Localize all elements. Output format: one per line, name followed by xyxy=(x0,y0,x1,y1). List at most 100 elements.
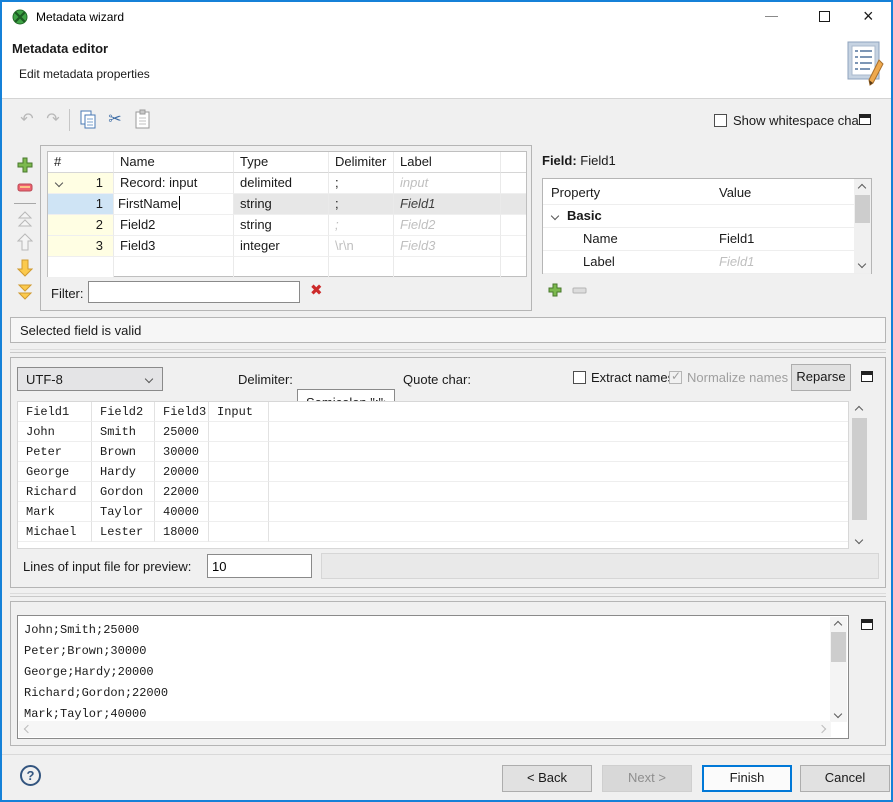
property-group-row[interactable]: Basic xyxy=(543,205,871,228)
status-bar: Selected field is valid xyxy=(10,317,886,343)
quote-char-label: Quote char: xyxy=(403,372,471,387)
scroll-up-icon[interactable] xyxy=(833,620,843,630)
title-bar: Metadata wizard × xyxy=(2,2,891,32)
normalize-names-label: Normalize names xyxy=(687,370,789,385)
field-name-edit-input[interactable]: FirstName xyxy=(114,194,233,214)
data-preview-table: Field1 Field2 Field3 Input John Smith 2500… xyxy=(17,401,849,549)
filter-input[interactable] xyxy=(88,281,300,303)
metadata-wizard-window: Metadata wizard × Metadata editor Edit m… xyxy=(0,0,893,802)
extract-names-label: Extract names xyxy=(591,370,675,385)
metadata-document-icon xyxy=(847,41,884,86)
encoding-select[interactable]: UTF-8 xyxy=(17,367,163,391)
next-button[interactable]: Next > xyxy=(602,765,692,792)
scroll-left-icon[interactable] xyxy=(23,724,33,734)
raw-line: Peter;Brown;30000 xyxy=(24,644,147,658)
back-button[interactable]: < Back xyxy=(502,765,592,792)
move-top-icon[interactable] xyxy=(17,210,33,228)
side-toolbar-separator xyxy=(14,203,36,204)
field-row[interactable]: 2 Field2 string ; Field2 xyxy=(48,215,526,236)
horizontal-splitter[interactable] xyxy=(10,593,886,597)
wizard-header: Metadata editor Edit metadata properties xyxy=(2,32,891,99)
maximize-editor-section-icon[interactable] xyxy=(859,114,871,125)
collapse-basic-icon[interactable] xyxy=(550,211,560,221)
scrollbar-thumb[interactable] xyxy=(855,195,870,223)
preview-row[interactable]: Michael Lester 18000 xyxy=(18,522,848,542)
maximize-icon[interactable] xyxy=(819,11,830,22)
col-header-property[interactable]: Property xyxy=(543,179,711,205)
scroll-up-icon[interactable] xyxy=(857,183,867,193)
scroll-down-icon[interactable] xyxy=(854,535,864,545)
preview-row[interactable]: George Hardy 20000 xyxy=(18,462,848,482)
col-header-name[interactable]: Name xyxy=(114,152,234,173)
copy-icon[interactable] xyxy=(78,110,98,130)
field-row[interactable]: 3 Field3 integer \r\n Field3 xyxy=(48,236,526,257)
field-row-selected[interactable]: 1 FirstName string ; Field1 xyxy=(48,194,526,215)
col-header-label[interactable]: Label xyxy=(394,152,501,173)
scrollbar-thumb[interactable] xyxy=(831,632,846,662)
raw-line: Richard;Gordon;22000 xyxy=(24,686,169,700)
raw-vertical-scrollbar[interactable] xyxy=(830,617,847,722)
preview-row[interactable]: Mark Taylor 40000 xyxy=(18,502,848,522)
preview-table-scrollbar[interactable] xyxy=(851,401,868,549)
extract-names-checkbox[interactable] xyxy=(573,371,586,384)
property-table: Property Value Basic Name Field1 Label F… xyxy=(542,178,872,274)
property-row[interactable]: Name Field1 xyxy=(543,228,871,251)
col-header-value[interactable]: Value xyxy=(711,179,871,205)
redo-icon[interactable]: ↷ xyxy=(42,110,64,132)
scroll-down-icon[interactable] xyxy=(857,259,867,269)
empty-row[interactable] xyxy=(48,257,526,278)
cancel-button[interactable]: Cancel xyxy=(800,765,890,792)
raw-line: Mark;Taylor;40000 xyxy=(24,707,147,721)
cut-icon[interactable]: ✂ xyxy=(104,110,126,132)
finish-button[interactable]: Finish xyxy=(702,765,792,792)
window-title: Metadata wizard xyxy=(36,10,125,24)
scroll-down-icon[interactable] xyxy=(833,709,843,719)
move-down-icon[interactable] xyxy=(17,258,33,277)
preview-row[interactable]: John Smith 25000 xyxy=(18,422,848,442)
paste-icon[interactable] xyxy=(133,109,153,131)
col-header-type[interactable]: Type xyxy=(234,152,329,173)
scroll-up-icon[interactable] xyxy=(854,405,864,415)
fields-table: # Name Type Delimiter Label 1 Record: in… xyxy=(47,151,527,278)
add-field-icon[interactable] xyxy=(17,157,33,173)
preview-lines-input[interactable] xyxy=(207,554,312,578)
minimize-icon[interactable] xyxy=(765,16,778,17)
col-header-num[interactable]: # xyxy=(48,152,114,173)
remove-field-icon[interactable] xyxy=(17,182,33,194)
move-up-icon[interactable] xyxy=(17,233,33,252)
property-row[interactable]: Label Field1 xyxy=(543,251,871,274)
remove-property-icon[interactable] xyxy=(572,287,588,295)
help-icon[interactable]: ? xyxy=(20,765,41,786)
property-table-header: Property Value xyxy=(543,179,871,205)
raw-preview-textarea[interactable]: John;Smith;25000 Peter;Brown;30000 Georg… xyxy=(17,615,849,739)
text-caret xyxy=(178,196,180,210)
page-title: Metadata editor xyxy=(12,41,109,56)
raw-line: John;Smith;25000 xyxy=(24,623,140,637)
scroll-right-icon[interactable] xyxy=(817,724,827,734)
fields-table-header: # Name Type Delimiter Label xyxy=(48,152,526,173)
horizontal-splitter[interactable] xyxy=(10,349,886,353)
show-whitespace-label: Show whitespace chars xyxy=(733,113,870,128)
record-row[interactable]: 1 Record: input delimited ; input xyxy=(48,173,526,194)
undo-icon[interactable]: ↶ xyxy=(16,110,38,132)
preview-row[interactable]: Peter Brown 30000 xyxy=(18,442,848,462)
filter-label: Filter: xyxy=(51,286,84,301)
reparse-button[interactable]: Reparse xyxy=(791,364,851,391)
col-header-delimiter[interactable]: Delimiter xyxy=(329,152,394,173)
property-table-scrollbar[interactable] xyxy=(854,179,871,273)
preview-row[interactable]: Richard Gordon 22000 xyxy=(18,482,848,502)
maximize-preview-section-icon[interactable] xyxy=(861,371,873,382)
move-bottom-icon[interactable] xyxy=(17,283,33,301)
raw-horizontal-scrollbar[interactable] xyxy=(19,721,831,737)
normalize-names-checkbox[interactable]: ✓ xyxy=(669,369,682,384)
close-icon[interactable]: × xyxy=(863,5,874,27)
filter-clear-icon[interactable]: ✖ xyxy=(310,281,323,299)
preview-lines-label: Lines of input file for preview: xyxy=(23,559,192,574)
add-property-icon[interactable] xyxy=(548,283,562,297)
scrollbar-thumb[interactable] xyxy=(852,418,867,520)
show-whitespace-checkbox[interactable] xyxy=(714,114,727,127)
preview-header-row: Field1 Field2 Field3 Input xyxy=(18,402,848,422)
page-subtitle: Edit metadata properties xyxy=(19,67,150,81)
collapse-record-icon[interactable] xyxy=(54,178,64,188)
maximize-raw-section-icon[interactable] xyxy=(861,619,873,630)
